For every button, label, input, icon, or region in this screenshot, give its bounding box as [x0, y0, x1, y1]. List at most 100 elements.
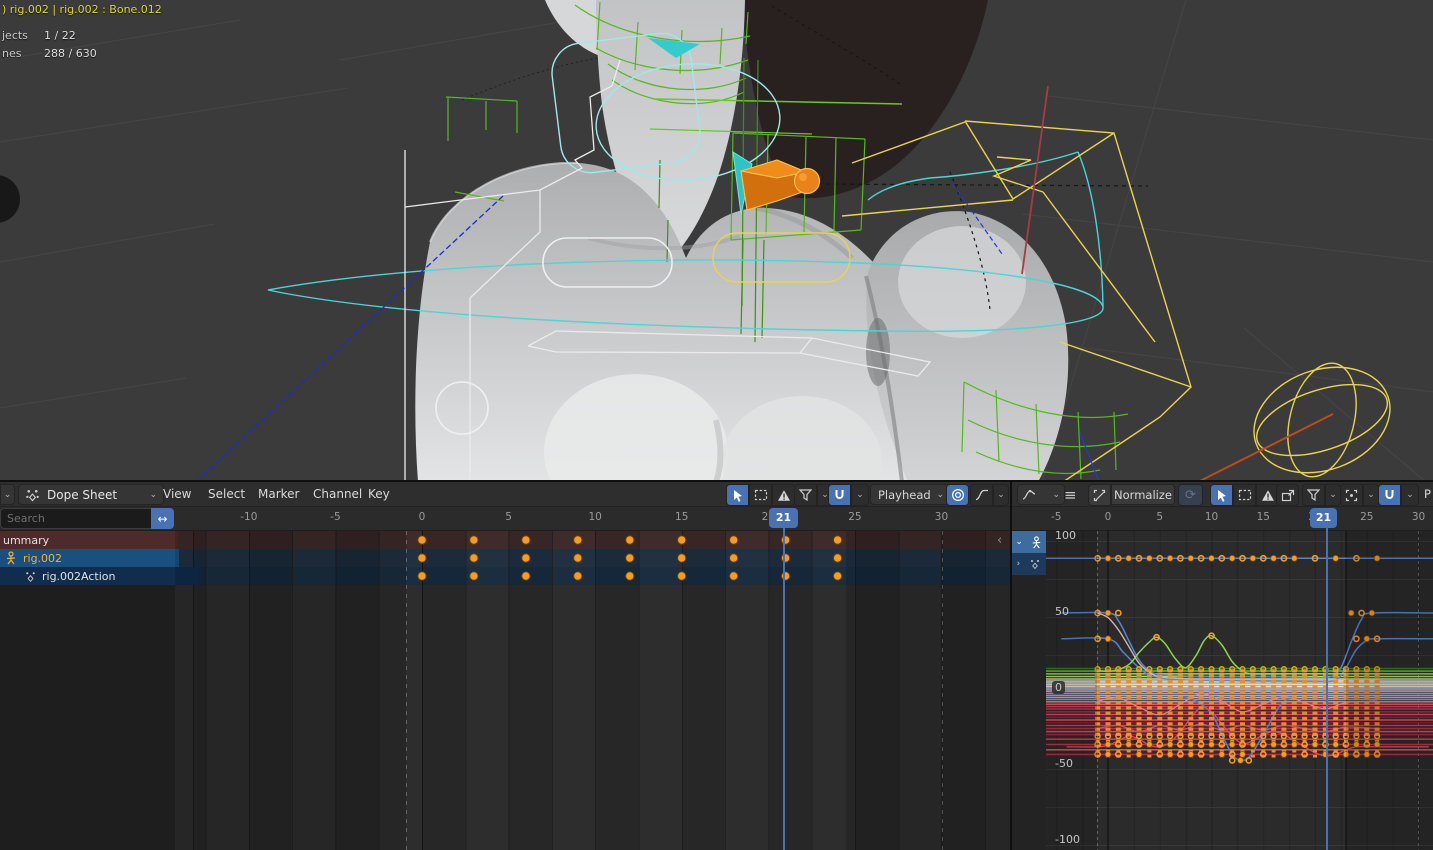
filter-button[interactable] [794, 484, 817, 506]
menu-marker[interactable]: Marker [258, 482, 299, 506]
keyframe-point[interactable] [1116, 734, 1121, 739]
keyframe[interactable] [470, 572, 478, 580]
graph-channel-action[interactable]: › [1012, 553, 1046, 575]
keyframe-point[interactable] [1229, 555, 1235, 561]
keyframe-point[interactable] [1188, 734, 1193, 739]
keyframe-point[interactable] [1147, 742, 1153, 748]
keyframe[interactable] [574, 572, 582, 580]
keyframe-point[interactable] [1302, 734, 1307, 739]
keyframe-point[interactable] [1250, 742, 1256, 748]
keyframe-point[interactable] [1209, 742, 1215, 748]
keyframe-point[interactable] [1105, 636, 1111, 642]
playhead-snap-dropdown[interactable]: Playhead ⌄ [870, 484, 952, 505]
hamburger-menu-icon[interactable]: ≡ [1064, 486, 1077, 504]
keyframe[interactable] [574, 554, 582, 562]
keyframe-point[interactable] [1209, 555, 1215, 561]
keyframe[interactable] [418, 572, 426, 580]
keyframe-point[interactable] [1291, 742, 1297, 748]
viewport-3d[interactable] [0, 0, 1433, 482]
editor-split-vertical[interactable] [1010, 482, 1012, 850]
keyframe-point[interactable] [1188, 752, 1194, 758]
keyframe[interactable] [730, 572, 738, 580]
keyframe-point[interactable] [1219, 752, 1225, 758]
keyframe-point[interactable] [1188, 742, 1194, 748]
keyframe-point[interactable] [1136, 752, 1142, 758]
snap-toggle-button[interactable] [828, 484, 851, 506]
keyframe-point[interactable] [1240, 752, 1246, 758]
keyframe-point[interactable] [1282, 734, 1287, 739]
keyframe-point[interactable] [1312, 742, 1318, 748]
keyframe[interactable] [470, 554, 478, 562]
keyframe-point[interactable] [1199, 734, 1204, 739]
keyframe[interactable] [626, 536, 634, 544]
keyframe[interactable] [522, 536, 530, 544]
dope-playhead-line[interactable] [783, 509, 785, 850]
keyframe-point[interactable] [1105, 610, 1111, 616]
menu-select[interactable]: Select [208, 482, 245, 506]
keyframe[interactable] [678, 554, 686, 562]
tweak-tool-button[interactable] [726, 484, 749, 506]
keyframe-point[interactable] [1147, 734, 1152, 739]
keyframe[interactable] [418, 554, 426, 562]
menu-view[interactable]: View [163, 482, 191, 506]
keyframe-point[interactable] [1333, 734, 1338, 739]
keyframe-point[interactable] [1126, 742, 1132, 748]
pivot-dropdown[interactable]: ⌄ [1363, 484, 1379, 506]
keyframe-point[interactable] [1251, 734, 1256, 739]
keyframe-point[interactable] [1238, 758, 1244, 764]
collapse-arrow[interactable]: ‹ [997, 533, 1002, 548]
graph-box-select-button[interactable] [1233, 484, 1256, 506]
proportional-editing-button[interactable] [946, 484, 969, 506]
normalize-icon-button[interactable] [1088, 484, 1111, 506]
keyframe-point[interactable] [1188, 555, 1194, 561]
keyframe[interactable] [678, 572, 686, 580]
show-errors-button[interactable] [772, 484, 795, 506]
keyframe-point[interactable] [1229, 742, 1235, 748]
channel-rig002[interactable]: rig.002 [0, 549, 179, 567]
keyframe[interactable] [418, 536, 426, 544]
keyframe-point[interactable] [1281, 752, 1287, 758]
menu-key[interactable]: Key [368, 482, 390, 506]
graph-playhead-badge[interactable]: 21 [1310, 508, 1337, 528]
keyframe[interactable] [730, 554, 738, 562]
keyframe-point[interactable] [1240, 734, 1245, 739]
editor-type-dropdown-clipped[interactable]: ⌄ [0, 484, 15, 505]
keyframe-point[interactable] [1313, 734, 1318, 739]
dope-playhead-badge[interactable]: 21 [769, 508, 798, 528]
falloff-type-button[interactable] [970, 484, 993, 506]
keyframe[interactable] [833, 536, 841, 544]
channel-search-input[interactable] [0, 508, 151, 529]
keyframe-point[interactable] [1126, 555, 1132, 561]
keyframe-point[interactable] [1250, 555, 1256, 561]
dope-sheet-mode-dropdown[interactable]: Dope Sheet ⌄ [18, 484, 164, 505]
keyframe-point[interactable] [1333, 742, 1339, 748]
keyframe[interactable] [833, 554, 841, 562]
keyframe-point[interactable] [1168, 734, 1173, 739]
keyframe[interactable] [626, 572, 634, 580]
graph-filter-dropdown[interactable]: ⌄ [1325, 484, 1341, 506]
box-select-button[interactable] [749, 484, 772, 506]
pivot-point-button[interactable] [1340, 484, 1363, 506]
keyframe-point[interactable] [1147, 555, 1153, 561]
channel-summary[interactable]: ummary [0, 531, 178, 549]
keyframe-point[interactable] [1157, 734, 1162, 739]
keyframe-point[interactable] [1105, 555, 1111, 561]
frame-curves-button[interactable] [1276, 484, 1299, 506]
keyframe-point[interactable] [1271, 734, 1276, 739]
graph-filter-button[interactable] [1302, 484, 1325, 506]
menu-channel[interactable]: Channel [313, 482, 362, 506]
keyframe-point[interactable] [1105, 752, 1111, 758]
search-filter-invert-button[interactable]: ↔ [151, 508, 174, 529]
graph-editor-type-dropdown[interactable]: ⌄ [1017, 484, 1065, 505]
snap-dropdown[interactable]: ⌄ [851, 484, 869, 506]
keyframe-point[interactable] [1167, 555, 1173, 561]
keyframe-point[interactable] [1137, 734, 1142, 739]
keyframe[interactable] [833, 572, 841, 580]
keyframe-point[interactable] [1178, 734, 1183, 739]
graph-channel-armature[interactable]: ⌄ [1012, 531, 1046, 553]
graph-snap-dropdown[interactable]: ⌄ [1401, 484, 1419, 506]
normalize-auto-refresh-button[interactable]: ⟳ [1178, 484, 1203, 506]
keyframe-point[interactable] [1291, 555, 1297, 561]
graph-tweak-tool-button[interactable] [1210, 484, 1233, 506]
keyframe-point[interactable] [1116, 610, 1121, 615]
